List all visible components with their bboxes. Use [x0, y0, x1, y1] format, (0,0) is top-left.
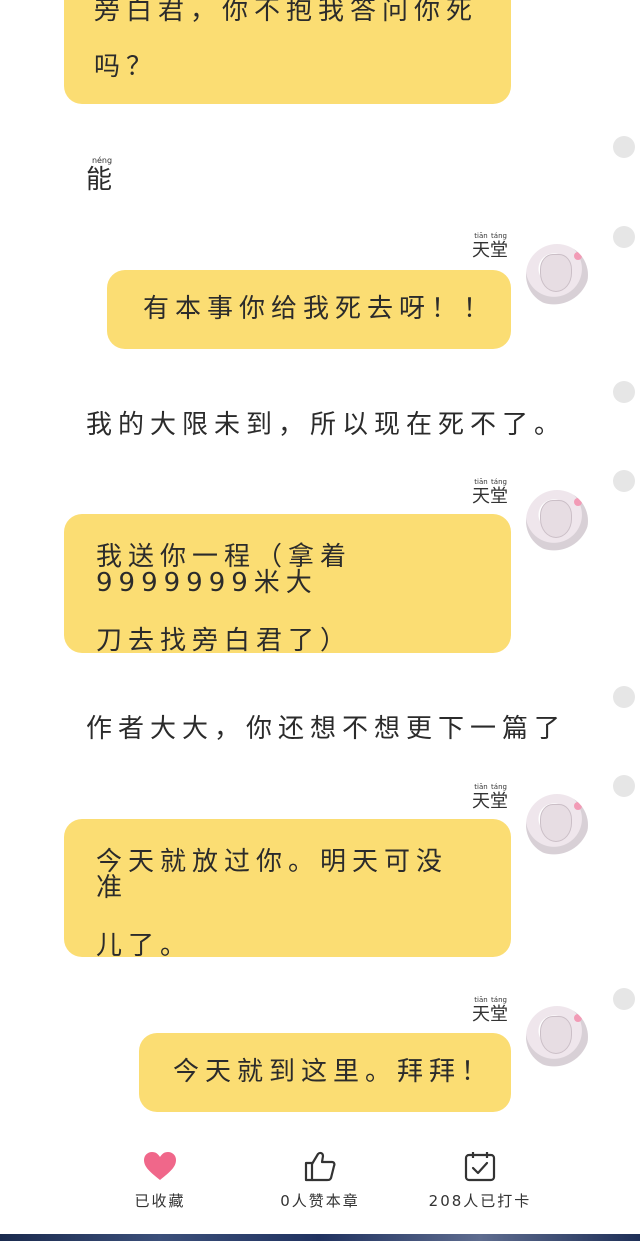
bubble-line: 刀去找旁白君了） — [96, 626, 353, 656]
bubble-text: 有本事你给我死去呀！！ — [143, 294, 496, 324]
bubble-text: 今天就到这里。拜拜！ — [173, 1057, 494, 1087]
narration-text: 作者大大，你还想不想更下一篇了 — [86, 714, 567, 744]
bubble-line: 旁白君，你不抱我答问你死 — [94, 0, 479, 26]
narration-text: 能néng — [86, 156, 119, 195]
heart-icon — [144, 1152, 176, 1180]
scroll-dot — [613, 136, 635, 158]
speaker-name: 天tiān堂táng — [472, 478, 508, 507]
calendar-check-icon — [464, 1152, 496, 1182]
checkin-button[interactable]: 208人已打卡 — [400, 1150, 560, 1211]
scroll-dot — [613, 470, 635, 492]
checkin-label: 208人已打卡 — [428, 1192, 532, 1210]
speaker-name: 天tiān堂táng — [472, 232, 508, 261]
favorite-button[interactable]: 已收藏 — [80, 1150, 240, 1211]
bubble-line: 今天就放过你。明天可没准 — [96, 847, 449, 903]
avatar[interactable] — [526, 490, 588, 552]
speaker-name: 天tiān堂táng — [472, 783, 508, 812]
avatar[interactable] — [526, 244, 588, 306]
chat-bubble: 今天就到这里。拜拜！ — [139, 1033, 511, 1112]
avatar[interactable] — [526, 794, 588, 856]
scroll-dot — [613, 381, 635, 403]
bubble-line: 吗？ — [94, 52, 159, 82]
thumbs-up-icon — [304, 1151, 336, 1182]
bottom-image-strip — [0, 1234, 640, 1241]
scroll-dot — [613, 226, 635, 248]
scroll-dot — [613, 988, 635, 1010]
chat-bubble: 我送你一程（拿着9999999米大 刀去找旁白君了） — [64, 514, 511, 656]
bubble-line: 我送你一程（拿着9999999米大 — [96, 542, 353, 598]
speaker-name: 天tiān堂táng — [472, 996, 508, 1025]
scroll-dot — [613, 775, 635, 797]
like-label: 0人赞本章 — [280, 1192, 360, 1210]
chat-bubble: 今天就放过你。明天可没准 儿了。 — [64, 819, 511, 961]
scroll-dot — [613, 686, 635, 708]
like-button[interactable]: 0人赞本章 — [240, 1150, 400, 1211]
favorite-label: 已收藏 — [134, 1192, 186, 1210]
bubble-line: 儿了。 — [96, 931, 193, 961]
chat-bubble: 旁白君，你不抱我答问你死 吗？ — [64, 0, 511, 104]
chat-bubble: 有本事你给我死去呀！！ — [107, 270, 511, 349]
avatar[interactable] — [526, 1006, 588, 1068]
narration-text: 我的大限未到，所以现在死不了。 — [86, 410, 567, 440]
